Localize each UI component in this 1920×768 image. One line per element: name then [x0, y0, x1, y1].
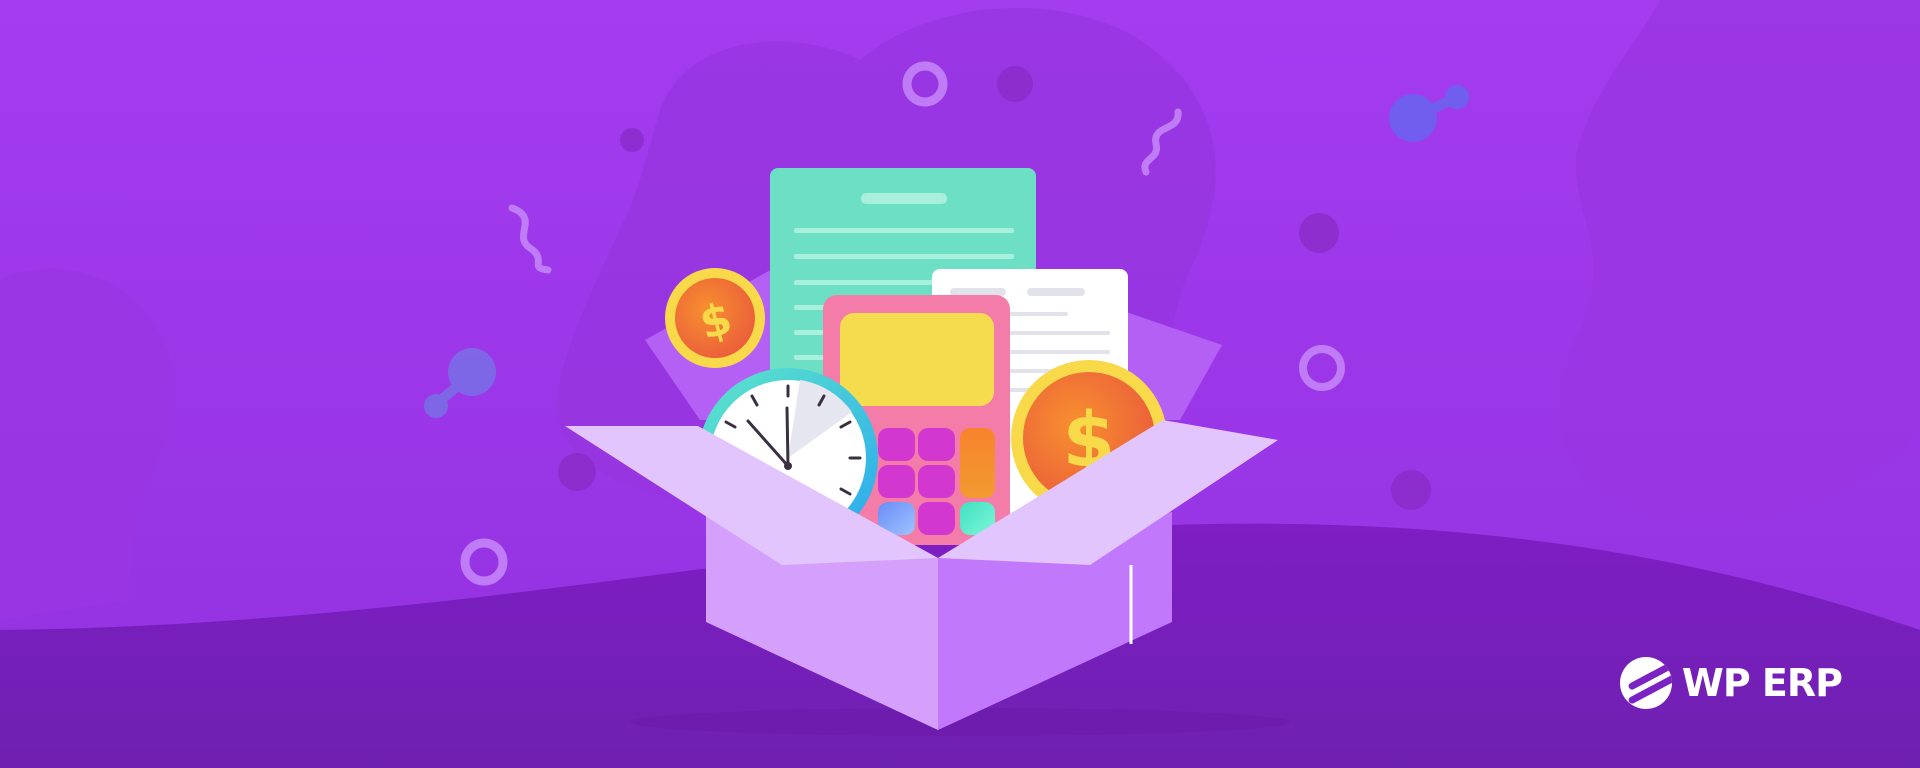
dot-decoration [558, 453, 596, 491]
banner-illustration: $ $ [0, 0, 1920, 768]
wp-erp-logo-icon [1619, 657, 1672, 709]
logo-text: WP ERP [1681, 661, 1843, 705]
dollar-coin-small: $ [665, 268, 765, 368]
dot-decoration [1391, 470, 1431, 510]
background-blob [1560, 0, 1920, 526]
dot-decoration [1299, 213, 1339, 253]
dot-decoration [620, 128, 644, 152]
wp-erp-logo: WP ERP [1619, 656, 1843, 710]
calculator-keys [878, 428, 995, 535]
banner: $ $ WP ERP [0, 0, 1920, 768]
dot-decoration [997, 66, 1033, 102]
